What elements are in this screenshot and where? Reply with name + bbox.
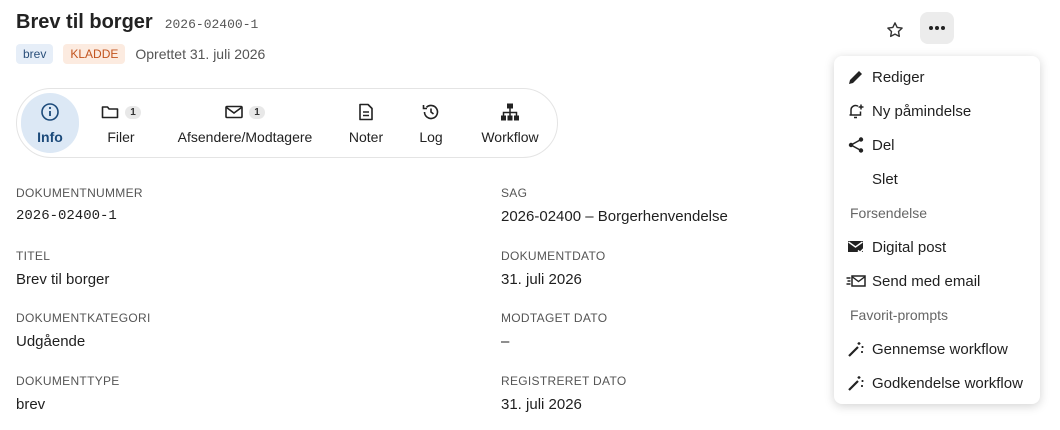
- tab-label: Log: [419, 129, 443, 145]
- field-value: 31. juli 2026: [501, 271, 582, 288]
- tab-label: Filer: [107, 129, 135, 145]
- menu-section-forsendelse: Forsendelse: [850, 205, 928, 221]
- magic-wand-icon: [848, 342, 864, 357]
- field-label: REGISTRERET DATO: [501, 374, 627, 388]
- tab-afsendere-modtagere[interactable]: 1 Afsendere/Modtagere: [175, 93, 315, 153]
- menu-item-ny-paamindelse[interactable]: Ny påmindelse: [834, 94, 1040, 128]
- field-label: MODTAGET DATO: [501, 311, 608, 325]
- field-dokumentdato: DOKUMENTDATO 31. juli 2026: [501, 249, 606, 288]
- page-title: Brev til borger: [16, 11, 153, 33]
- folder-icon: [101, 106, 119, 119]
- tab-label: Afsendere/Modtagere: [177, 129, 313, 145]
- note-icon: [359, 103, 373, 121]
- meta-row: brev KLADDE Oprettet 31. juli 2026: [16, 44, 265, 64]
- field-dokumentnummer: DOKUMENTNUMMER 2026-02400-1: [16, 186, 143, 224]
- send-mail-icon: [846, 275, 866, 287]
- title-row: Brev til borger 2026-02400-1: [16, 11, 258, 34]
- menu-item-label: Ny påmindelse: [872, 102, 972, 120]
- field-titel: TITEL Brev til borger: [16, 249, 109, 288]
- field-value: Udgående: [16, 333, 86, 350]
- count-badge: 1: [125, 105, 141, 119]
- menu-item-label: Send med email: [872, 272, 981, 290]
- info-icon: [41, 103, 59, 121]
- workflow-icon: [501, 103, 519, 121]
- status-badge: KLADDE: [63, 44, 126, 64]
- case-link[interactable]: 2026-02400 – Borgerhenvendelse: [501, 208, 728, 225]
- field-value: 2026-02400-1: [16, 208, 117, 224]
- menu-item-rediger[interactable]: Rediger: [834, 60, 1040, 94]
- field-sag: SAG 2026-02400 – Borgerhenvendelse: [501, 186, 728, 225]
- menu-item-label: Rediger: [872, 68, 925, 86]
- field-value: brev: [16, 396, 46, 413]
- field-label: TITEL: [16, 249, 51, 263]
- field-modtaget-dato: MODTAGET DATO –: [501, 311, 607, 350]
- menu-item-slet[interactable]: Slet: [834, 162, 1040, 196]
- more-options-button[interactable]: [920, 12, 954, 44]
- field-value: Brev til borger: [16, 271, 110, 288]
- field-dokumenttype: DOKUMENTTYPE brev: [16, 374, 120, 413]
- tab-bar: Info 1 Filer 1 Afsendere/Modtagere Noter…: [16, 88, 558, 158]
- field-value: 31. juli 2026: [501, 396, 582, 413]
- mail-icon: [225, 105, 244, 119]
- document-code: 2026-02400-1: [164, 17, 259, 32]
- tab-log[interactable]: Log: [413, 93, 449, 153]
- menu-item-del[interactable]: Del: [834, 128, 1040, 162]
- type-badge: brev: [16, 44, 54, 64]
- pencil-icon: [849, 71, 862, 84]
- menu-item-send-email[interactable]: Send med email: [834, 264, 1040, 298]
- star-icon: [887, 22, 903, 38]
- actions-menu: Rediger Ny påmindelse Del Slet Forsendel: [834, 56, 1040, 404]
- count-badge: 1: [249, 105, 265, 119]
- tab-workflow[interactable]: Workflow: [475, 93, 545, 153]
- menu-item-godkendelse-workflow[interactable]: Godkendelse workflow: [834, 366, 1040, 400]
- menu-item-label: Slet: [872, 170, 898, 188]
- menu-item-label: Gennemse workflow: [872, 340, 1008, 358]
- field-label: DOKUMENTTYPE: [16, 374, 120, 388]
- magic-wand-icon: [848, 376, 864, 391]
- menu-item-gennemse-workflow[interactable]: Gennemse workflow: [834, 332, 1040, 366]
- menu-item-label: Digital post: [872, 238, 947, 256]
- history-icon: [422, 104, 439, 120]
- more-horizontal-icon: [929, 26, 945, 30]
- bell-plus-icon: [849, 104, 864, 119]
- field-label: DOKUMENTNUMMER: [16, 186, 143, 200]
- tab-filer[interactable]: 1 Filer: [93, 93, 149, 153]
- field-label: DOKUMENTKATEGORI: [16, 311, 151, 325]
- field-label: DOKUMENTDATO: [501, 249, 606, 263]
- tab-label: Noter: [348, 129, 384, 145]
- field-dokumentkategori: DOKUMENTKATEGORI Udgående: [16, 311, 151, 350]
- created-date: Oprettet 31. juli 2026: [135, 46, 266, 62]
- field-label: SAG: [501, 186, 528, 200]
- tab-info[interactable]: Info: [21, 93, 79, 153]
- favorite-button[interactable]: [880, 16, 910, 44]
- menu-item-label: Del: [872, 136, 895, 154]
- field-registreret-dato: REGISTRERET DATO 31. juli 2026: [501, 374, 627, 413]
- share-icon: [848, 137, 864, 153]
- tab-label: Workflow: [481, 129, 539, 145]
- tab-noter[interactable]: Noter: [341, 93, 391, 153]
- menu-item-digital-post[interactable]: Digital post: [834, 230, 1040, 264]
- tab-label: Info: [37, 129, 63, 145]
- mail-check-icon: [848, 241, 865, 254]
- menu-item-label: Godkendelse workflow: [872, 374, 1023, 392]
- field-value: –: [501, 333, 510, 350]
- menu-section-favorit-prompts: Favorit-prompts: [850, 307, 949, 323]
